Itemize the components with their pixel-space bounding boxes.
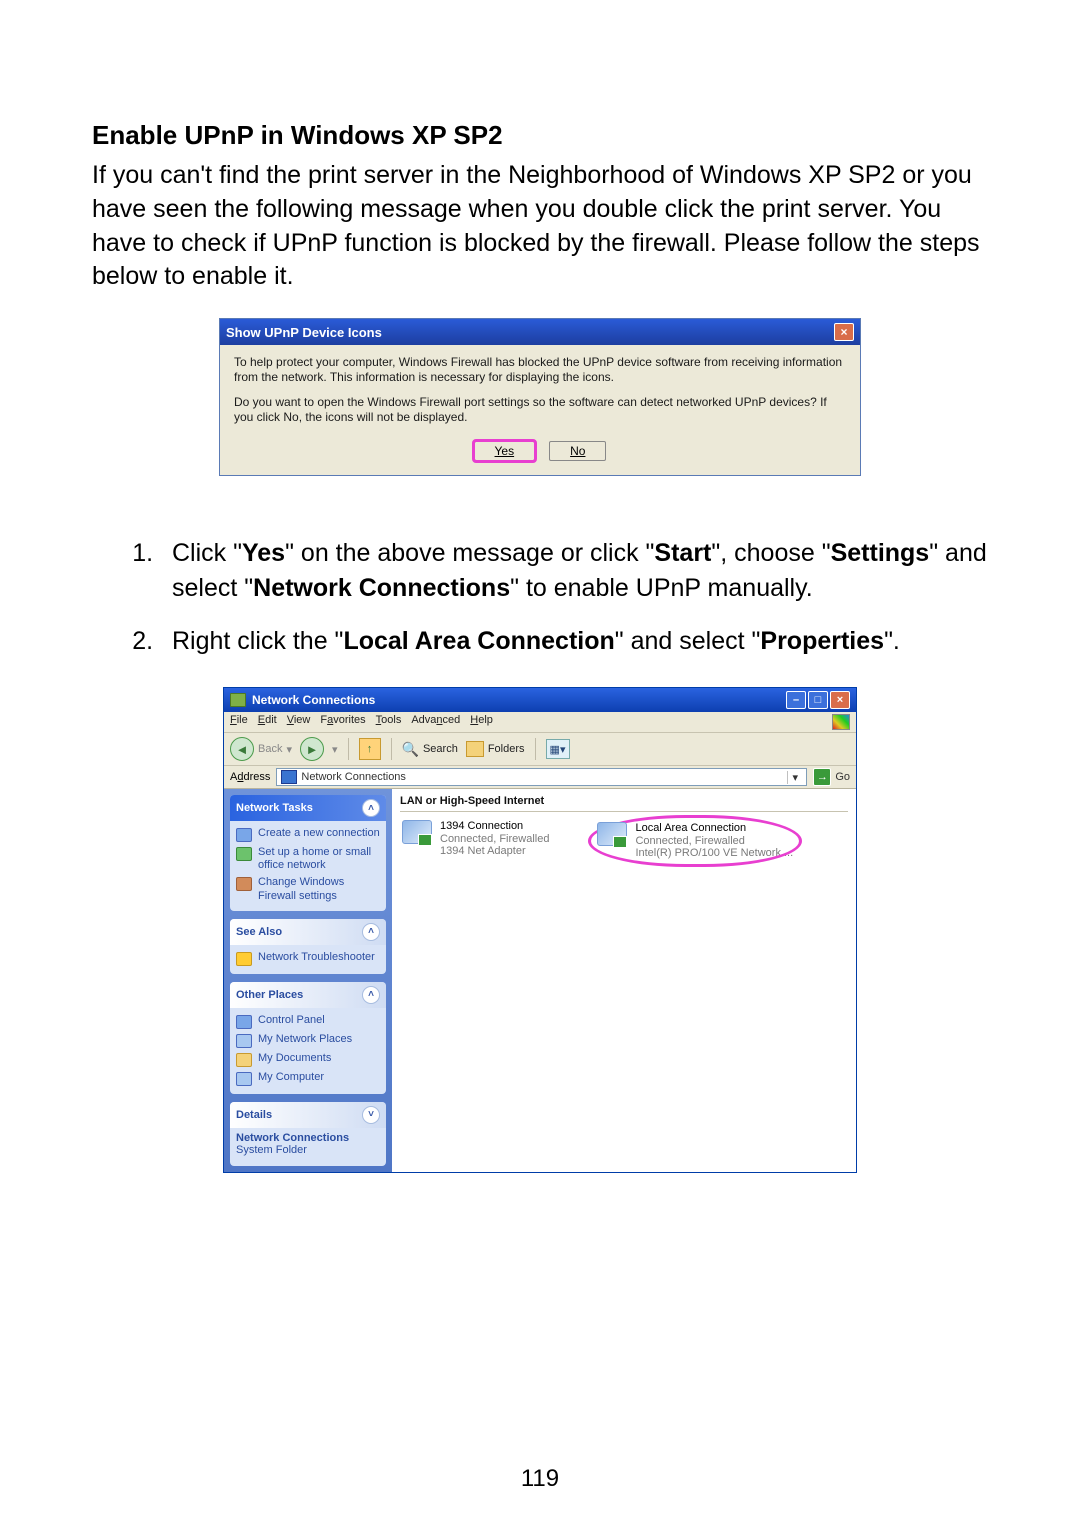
- menu-tools[interactable]: Tools: [376, 714, 402, 730]
- folders-icon: [466, 741, 484, 757]
- menu-file[interactable]: File: [230, 714, 248, 730]
- task-setup-network[interactable]: Set up a home or small office network: [236, 844, 380, 874]
- conn2-device: Intel(R) PRO/100 VE Network ...: [635, 847, 793, 860]
- link-my-computer[interactable]: My Computer: [236, 1069, 380, 1088]
- address-value: Network Connections: [301, 771, 406, 783]
- connection-local-area[interactable]: Local Area Connection Connected, Firewal…: [591, 818, 799, 864]
- chevron-down-icon: ˅: [362, 1106, 380, 1124]
- dialog-title-text: Show UPnP Device Icons: [226, 325, 382, 340]
- panel-header-tasks[interactable]: Network Tasks ˄: [230, 795, 386, 821]
- close-icon[interactable]: ×: [834, 323, 854, 341]
- document-page: Enable UPnP in Windows XP SP2 If you can…: [0, 0, 1080, 1529]
- connection-icon: [597, 822, 629, 850]
- nc-titlebar: Network Connections – □ ×: [224, 688, 856, 712]
- menu-edit[interactable]: Edit: [258, 714, 277, 730]
- task-create-connection[interactable]: Create a new connection: [236, 825, 380, 844]
- views-button[interactable]: ▦▾: [546, 739, 570, 759]
- conn2-name: Local Area Connection: [635, 822, 793, 835]
- chevron-up-icon: ˄: [362, 923, 380, 941]
- computer-icon: [236, 1072, 252, 1086]
- details-type: System Folder: [236, 1144, 380, 1156]
- menu-help[interactable]: Help: [470, 714, 493, 730]
- task-firewall-settings[interactable]: Change Windows Firewall settings: [236, 874, 380, 904]
- nc-app-icon: [230, 693, 246, 707]
- close-icon[interactable]: ×: [830, 691, 850, 709]
- link-control-panel[interactable]: Control Panel: [236, 1012, 380, 1031]
- step-1: Click "Yes" on the above message or clic…: [160, 536, 988, 606]
- folders-button[interactable]: Folders: [466, 741, 525, 757]
- group-header-lan: LAN or High-Speed Internet: [400, 793, 848, 812]
- nc-title-text: Network Connections: [252, 693, 375, 707]
- go-icon: →: [813, 768, 831, 786]
- conn2-status: Connected, Firewalled: [635, 835, 793, 848]
- home-network-icon: [236, 847, 252, 861]
- windows-flag-icon: [832, 714, 850, 730]
- menu-bar: File Edit View Favorites Tools Advanced …: [224, 712, 856, 733]
- chevron-up-icon: ˄: [362, 986, 380, 1004]
- address-dropdown-icon[interactable]: ▾: [787, 771, 802, 784]
- conn1-name: 1394 Connection: [440, 820, 549, 833]
- conn1-device: 1394 Net Adapter: [440, 845, 549, 858]
- step-2: Right click the "Local Area Connection" …: [160, 624, 988, 659]
- section-heading: Enable UPnP in Windows XP SP2: [92, 120, 988, 151]
- content-pane: LAN or High-Speed Internet 1394 Connecti…: [392, 789, 856, 1172]
- menu-favorites[interactable]: Favorites: [320, 714, 365, 730]
- panel-network-tasks: Network Tasks ˄ Create a new connection …: [230, 795, 386, 911]
- up-button[interactable]: ↑: [359, 738, 381, 760]
- panel-other-places: Other Places ˄ Control Panel My Network …: [230, 982, 386, 1094]
- panel-header-other[interactable]: Other Places ˄: [230, 982, 386, 1008]
- connection-icon: [402, 820, 434, 848]
- no-button[interactable]: No: [549, 441, 606, 461]
- address-label: Address: [230, 771, 270, 783]
- info-icon: [236, 952, 252, 966]
- control-panel-icon: [236, 1015, 252, 1029]
- upnp-dialog: Show UPnP Device Icons × To help protect…: [219, 318, 861, 476]
- back-icon: ◄: [230, 737, 254, 761]
- panel-details: Details ˅ Network Connections System Fol…: [230, 1102, 386, 1166]
- search-button[interactable]: 🔍 Search: [402, 741, 458, 758]
- minimize-icon[interactable]: –: [786, 691, 806, 709]
- sidebar: Network Tasks ˄ Create a new connection …: [224, 789, 392, 1172]
- link-my-documents[interactable]: My Documents: [236, 1050, 380, 1069]
- back-button[interactable]: ◄ Back ▾: [230, 737, 292, 761]
- address-bar: Address Network Connections ▾ → Go: [224, 766, 856, 789]
- dialog-text-1: To help protect your computer, Windows F…: [234, 355, 846, 385]
- network-places-icon: [236, 1034, 252, 1048]
- address-input[interactable]: Network Connections ▾: [276, 768, 807, 786]
- network-connections-window: Network Connections – □ × File Edit View…: [223, 687, 857, 1173]
- dialog-body: To help protect your computer, Windows F…: [220, 345, 860, 475]
- menu-advanced[interactable]: Advanced: [411, 714, 460, 730]
- conn1-status: Connected, Firewalled: [440, 833, 549, 846]
- menu-view[interactable]: View: [287, 714, 311, 730]
- dialog-titlebar: Show UPnP Device Icons ×: [220, 319, 860, 345]
- panel-see-also: See Also ˄ Network Troubleshooter: [230, 919, 386, 974]
- search-icon: 🔍: [402, 741, 419, 758]
- wizard-icon: [236, 828, 252, 842]
- maximize-icon[interactable]: □: [808, 691, 828, 709]
- link-troubleshooter[interactable]: Network Troubleshooter: [236, 949, 380, 968]
- dialog-text-2: Do you want to open the Windows Firewall…: [234, 395, 846, 425]
- forward-button[interactable]: ►: [300, 737, 324, 761]
- chevron-up-icon: ˄: [362, 799, 380, 817]
- intro-paragraph: If you can't find the print server in th…: [92, 159, 988, 294]
- steps-list: Click "Yes" on the above message or clic…: [92, 536, 988, 659]
- toolbar: ◄ Back ▾ ►▾ ↑ 🔍 Search Folders ▦▾: [224, 733, 856, 766]
- address-icon: [281, 770, 297, 784]
- yes-button[interactable]: Yes: [474, 441, 536, 461]
- details-name: Network Connections: [236, 1132, 380, 1144]
- firewall-icon: [236, 877, 252, 891]
- connection-1394[interactable]: 1394 Connection Connected, Firewalled 13…: [400, 818, 551, 864]
- page-number: 119: [0, 1465, 1080, 1493]
- panel-header-details[interactable]: Details ˅: [230, 1102, 386, 1128]
- link-my-network-places[interactable]: My Network Places: [236, 1031, 380, 1050]
- folder-icon: [236, 1053, 252, 1067]
- panel-header-seealso[interactable]: See Also ˄: [230, 919, 386, 945]
- go-button[interactable]: → Go: [813, 768, 850, 786]
